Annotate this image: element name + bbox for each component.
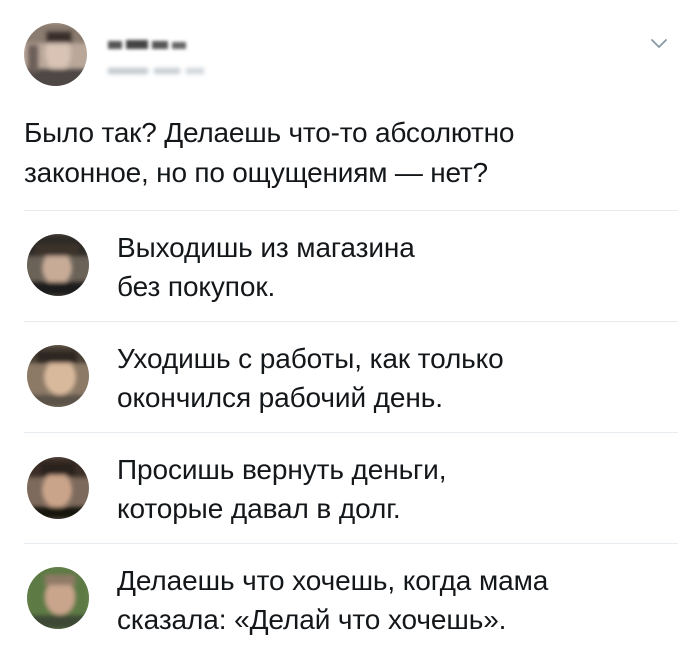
chevron-down-icon[interactable]	[648, 32, 670, 54]
reply-avatar-image	[27, 345, 89, 407]
reply-avatar-image	[27, 234, 89, 296]
reply-avatar-image	[27, 457, 89, 519]
author-avatar[interactable]	[24, 23, 87, 86]
reply-avatar[interactable]	[27, 345, 89, 407]
reply-text: Просишь вернуть деньги, которые давал в …	[117, 454, 447, 524]
author-avatar-image	[24, 23, 87, 86]
reply-avatar[interactable]	[27, 457, 89, 519]
reply-avatar[interactable]	[27, 234, 89, 296]
list-item[interactable]: Просишь вернуть деньги, которые давал в …	[0, 433, 700, 541]
reply-text: Выходишь из магазина без покупок.	[117, 232, 415, 302]
reply-avatar[interactable]	[27, 567, 89, 629]
author-handle-blurred[interactable]	[108, 62, 204, 74]
list-item[interactable]: Делаешь что хочешь, когда мама сказала: …	[0, 544, 700, 652]
list-item[interactable]: Выходишь из магазина без покупок.	[0, 211, 700, 319]
post-question-text: Было так? Делаешь что-то абсолютно закон…	[24, 117, 515, 188]
reply-text: Делаешь что хочешь, когда мама сказала: …	[117, 565, 549, 635]
reply-avatar-image	[27, 567, 89, 629]
list-item[interactable]: Уходишь с работы, как только окончился р…	[0, 322, 700, 430]
author-name-blurred[interactable]	[108, 38, 186, 50]
post-header	[0, 0, 700, 100]
reply-text: Уходишь с работы, как только окончился р…	[117, 343, 504, 413]
